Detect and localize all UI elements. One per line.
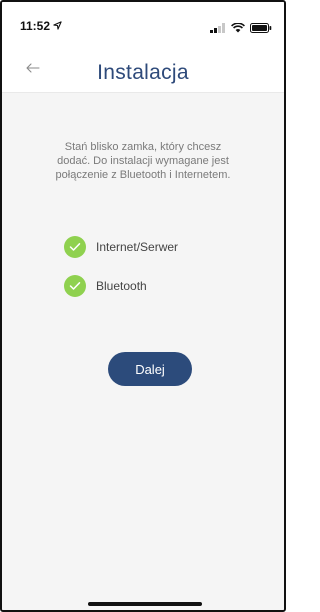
cellular-signal-icon [210,20,226,38]
status-bar: 11:52 [2,2,284,46]
check-icon [64,275,86,297]
location-arrow-icon [53,19,62,33]
requirement-label: Bluetooth [96,279,147,293]
requirement-internet: Internet/Serwer [64,236,178,258]
battery-icon [250,20,272,38]
page-title: Instalacja [97,61,189,84]
header: Instalacja [2,46,284,93]
requirement-bluetooth: Bluetooth [64,275,147,297]
home-indicator[interactable] [88,602,202,606]
status-icons [210,20,272,38]
check-icon [64,236,86,258]
status-time-group: 11:52 [20,19,62,33]
next-button[interactable]: Dalej [108,352,192,386]
status-time: 11:52 [20,19,51,33]
phone-screen: 11:52 Instalacja Stań blisko zamka, któr… [0,0,286,612]
intro-text: Stań blisko zamka, który chcesz dodać. D… [55,141,231,181]
requirement-label: Internet/Serwer [96,240,179,254]
main-content: Stań blisko zamka, który chcesz dodać. D… [2,93,284,610]
wifi-icon [231,20,245,38]
